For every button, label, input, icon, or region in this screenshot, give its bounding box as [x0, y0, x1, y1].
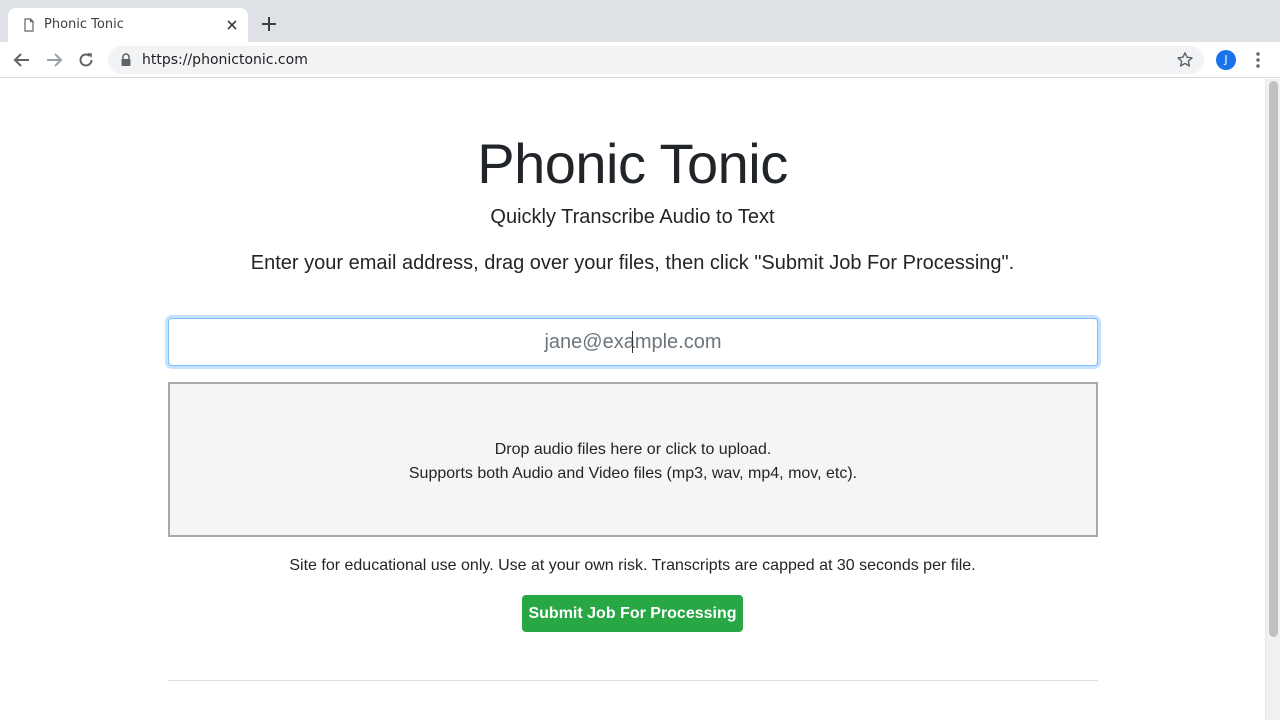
- page-subtitle: Quickly Transcribe Audio to Text: [490, 206, 775, 228]
- close-icon[interactable]: [224, 17, 240, 33]
- disclaimer-text: Site for educational use only. Use at yo…: [289, 557, 976, 574]
- page-viewport: Phonic Tonic Quickly Transcribe Audio to…: [0, 79, 1280, 720]
- submit-job-button[interactable]: Submit Job For Processing: [522, 595, 743, 632]
- vertical-scrollbar[interactable]: [1265, 79, 1280, 720]
- browser-tab[interactable]: Phonic Tonic: [8, 8, 248, 42]
- kebab-menu-icon[interactable]: [1250, 50, 1266, 70]
- reload-icon[interactable]: [76, 50, 96, 70]
- scrollbar-thumb[interactable]: [1269, 81, 1278, 637]
- text-cursor: [632, 331, 633, 353]
- tab-title: Phonic Tonic: [44, 17, 124, 32]
- address-bar[interactable]: https://phonictonic.com: [108, 46, 1204, 74]
- browser-tab-bar: Phonic Tonic: [0, 0, 1280, 42]
- page-icon: [24, 18, 34, 32]
- browser-toolbar: https://phonictonic.com J: [0, 42, 1280, 78]
- back-arrow-icon[interactable]: [12, 50, 32, 70]
- avatar[interactable]: J: [1216, 50, 1236, 70]
- page-title: Phonic Tonic: [477, 132, 788, 195]
- url-text: https://phonictonic.com: [142, 52, 308, 68]
- dropzone-supported-formats: Supports both Audio and Video files (mp3…: [408, 465, 858, 482]
- lock-icon: [121, 53, 131, 66]
- main-content: Phonic Tonic Quickly Transcribe Audio to…: [0, 79, 1265, 720]
- email-field[interactable]: [168, 318, 1098, 366]
- instructions-text: Enter your email address, drag over your…: [250, 252, 1015, 274]
- dropzone-instruction: Drop audio files here or click to upload…: [494, 441, 772, 458]
- file-dropzone[interactable]: Drop audio files here or click to upload…: [168, 382, 1098, 537]
- forward-arrow-icon[interactable]: [44, 50, 64, 70]
- star-icon[interactable]: [1176, 51, 1194, 69]
- divider: [168, 680, 1098, 681]
- plus-icon[interactable]: [260, 15, 278, 33]
